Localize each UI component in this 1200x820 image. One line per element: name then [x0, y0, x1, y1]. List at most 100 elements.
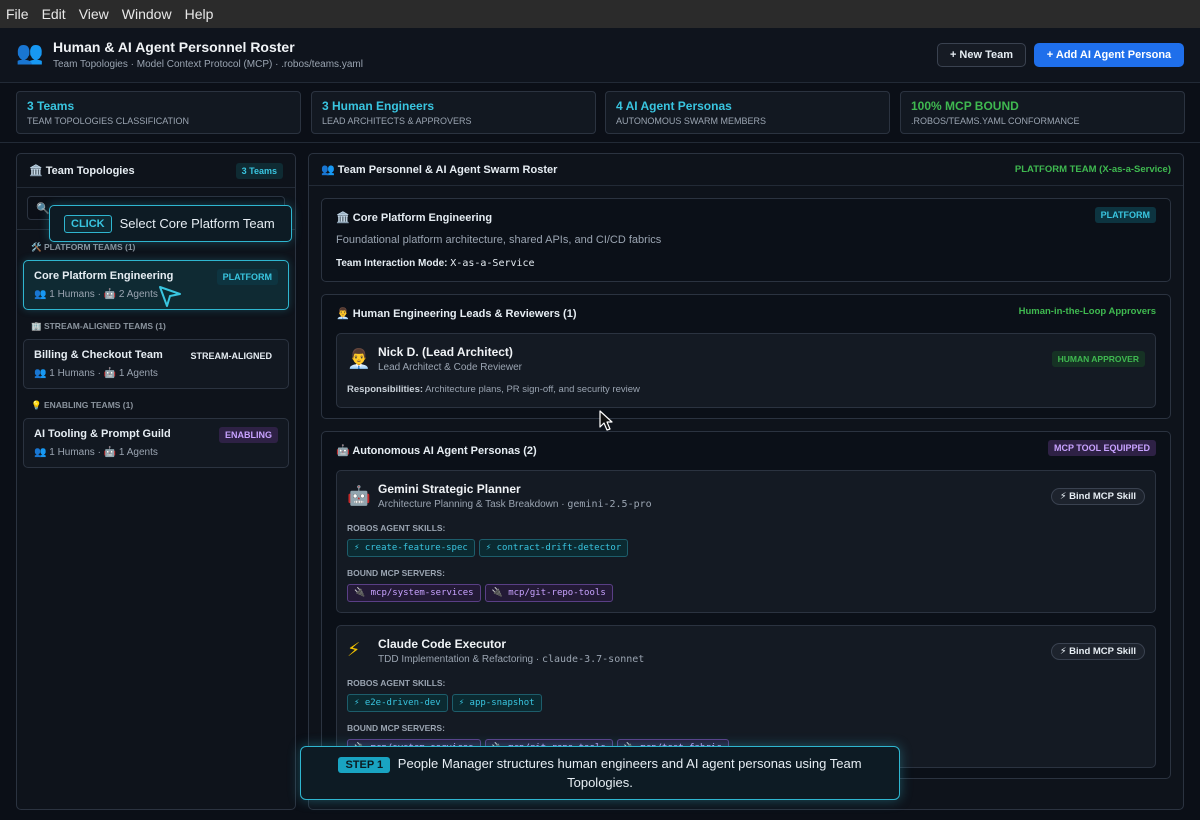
- team-context-label: PLATFORM TEAM (X-as-a-Service): [1014, 164, 1171, 175]
- click-cursor-icon: [159, 286, 181, 307]
- stat-humans: 3 Human Engineers Lead Architects & Appr…: [311, 91, 596, 134]
- team-item-core-platform[interactable]: Core Platform Engineering 👥 1 Humans · 🤖…: [23, 260, 289, 310]
- team-type-tag: STREAM-ALIGNED: [190, 351, 273, 361]
- search-icon: 🔍: [36, 202, 50, 215]
- stat-teams: 3 Teams Team Topologies Classification: [16, 91, 301, 134]
- lightning-icon: ⚡: [347, 640, 361, 661]
- agent-model: claude-3.7-sonnet: [541, 654, 645, 665]
- skills-list: ⚡ e2e-driven-dev ⚡ app-snapshot: [347, 694, 542, 712]
- team-summary-card: 🏛️ Core Platform Engineering PLATFORM Fo…: [321, 198, 1171, 282]
- menu-edit[interactable]: Edit: [42, 6, 66, 22]
- stat-label: Team Topologies Classification: [27, 116, 190, 126]
- ai-agents-card: 🤖 Autonomous AI Agent Personas (2) MCP T…: [321, 431, 1171, 779]
- mcp-servers-label: BOUND MCP SERVERS:: [347, 723, 445, 733]
- interaction-mode-label: Team Interaction Mode:: [336, 258, 448, 269]
- click-hint-text: Select Core Platform Team: [119, 216, 275, 231]
- menu-window[interactable]: Window: [122, 6, 172, 22]
- person-card[interactable]: 👨‍💼 Nick D. (Lead Architect) Lead Archit…: [336, 333, 1156, 408]
- person-role: Lead Architect & Code Reviewer: [378, 362, 522, 373]
- person-avatar-icon: 👨‍💼: [347, 349, 371, 370]
- agent-model: gemini-2.5-pro: [567, 499, 652, 510]
- robot-icon: 🤖: [347, 486, 371, 507]
- skill-chip[interactable]: ⚡ contract-drift-detector: [478, 539, 629, 557]
- team-item-billing-checkout[interactable]: Billing & Checkout Team 👥 1 Humans · 🤖 1…: [23, 339, 289, 389]
- menu-help[interactable]: Help: [185, 6, 214, 22]
- team-topologies-panel: 🏛️ Team Topologies 3 Teams 🔍 🛠️ Platform…: [16, 153, 296, 810]
- click-hint-tooltip: CLICK Select Core Platform Team: [49, 205, 292, 242]
- agent-role: TDD Implementation & Refactoring · claud…: [378, 654, 644, 665]
- agent-role: Architecture Planning & Task Breakdown ·…: [378, 499, 652, 510]
- click-tag: CLICK: [64, 214, 112, 233]
- responsibilities-label: Responsibilities:: [347, 384, 424, 395]
- interaction-mode-value: X-as-a-Service: [450, 258, 535, 269]
- menu-file[interactable]: File: [6, 6, 29, 22]
- stat-value: 3 Teams: [27, 99, 75, 113]
- agent-role-text: Architecture Planning & Task Breakdown ·: [378, 499, 568, 510]
- mcp-servers-label: BOUND MCP SERVERS:: [347, 568, 445, 578]
- stat-label: Lead Architects & Approvers: [322, 116, 472, 126]
- skills-label: ROBOS AGENT SKILLS:: [347, 678, 446, 688]
- stat-mcp: 100% MCP BOUND .robos/teams.yaml Conform…: [900, 91, 1185, 134]
- human-approver-badge: HUMAN APPROVER: [1051, 351, 1145, 367]
- bind-mcp-skill-button[interactable]: ⚡ Bind MCP Skill: [1050, 488, 1145, 505]
- add-agent-persona-button[interactable]: + Add AI Agent Persona: [1034, 43, 1184, 67]
- mcp-server-chip[interactable]: 🔌 mcp/system-services: [347, 584, 481, 602]
- mouse-pointer-icon: [599, 410, 613, 431]
- team-item-ai-tooling[interactable]: AI Tooling & Prompt Guild 👥 1 Humans · 🤖…: [23, 418, 289, 468]
- team-meta: 👥 1 Humans · 🤖 1 Agents: [34, 368, 158, 379]
- agent-role-text: TDD Implementation & Refactoring ·: [378, 654, 542, 665]
- mcp-equipped-wrap: MCP TOOL EQUIPPED: [1047, 440, 1156, 456]
- team-type-tag: PLATFORM: [216, 269, 278, 285]
- page-title: Human & AI Agent Personnel Roster: [53, 39, 295, 55]
- stat-value: 3 Human Engineers: [322, 99, 435, 113]
- app-header: 👥 Human & AI Agent Personnel Roster Team…: [0, 28, 1200, 83]
- skill-chip[interactable]: ⚡ app-snapshot: [451, 694, 542, 712]
- responsibilities: Responsibilities: Architecture plans, PR…: [347, 384, 640, 395]
- team-card-tag-wrap: PLATFORM: [1094, 207, 1156, 223]
- team-card-title: 🏛️ Core Platform Engineering: [336, 212, 493, 224]
- new-team-button[interactable]: + New Team: [937, 43, 1026, 67]
- group-stream-aligned-teams: 🏢 Stream-Aligned Teams (1): [31, 321, 166, 331]
- person-name: Nick D. (Lead Architect): [378, 345, 513, 359]
- ai-agents-title: 🤖 Autonomous AI Agent Personas (2): [336, 445, 537, 457]
- menu-bar: File Edit View Window Help: [0, 0, 1200, 28]
- menu-view[interactable]: View: [79, 6, 109, 22]
- agent-card-gemini[interactable]: 🤖 Gemini Strategic Planner Architecture …: [336, 470, 1156, 613]
- human-leads-card: 👨‍💼 Human Engineering Leads & Reviewers …: [321, 294, 1171, 419]
- stat-label: Autonomous Swarm Members: [616, 116, 767, 126]
- page-subtitle: Team Topologies · Model Context Protocol…: [53, 59, 363, 70]
- step-banner: STEP 1 People Manager structures human e…: [300, 746, 900, 800]
- skill-chip[interactable]: ⚡ create-feature-spec: [347, 539, 475, 557]
- stat-label: .robos/teams.yaml Conformance: [911, 116, 1080, 126]
- panel-header: 🏛️ Team Topologies 3 Teams: [17, 154, 295, 188]
- stats-bar: 3 Teams Team Topologies Classification 3…: [0, 83, 1200, 143]
- bind-mcp-skill-button[interactable]: ⚡ Bind MCP Skill: [1050, 643, 1145, 660]
- human-loop-label: Human-in-the-Loop Approvers: [1018, 306, 1156, 317]
- mcp-servers-list: 🔌 mcp/system-services 🔌 mcp/git-repo-too…: [347, 584, 613, 602]
- mcp-equipped-badge: MCP TOOL EQUIPPED: [1047, 440, 1156, 456]
- stat-value: 4 AI Agent Personas: [616, 99, 732, 113]
- agent-name: Gemini Strategic Planner: [378, 482, 521, 496]
- team-meta: 👥 1 Humans · 🤖 2 Agents: [34, 289, 158, 300]
- step-tag: STEP 1: [338, 757, 391, 773]
- human-leads-title: 👨‍💼 Human Engineering Leads & Reviewers …: [336, 308, 577, 320]
- team-count-badge: 3 Teams: [235, 162, 283, 179]
- team-type-tag: ENABLING: [219, 427, 278, 443]
- mcp-server-chip[interactable]: 🔌 mcp/git-repo-tools: [484, 584, 613, 602]
- team-type-tag: PLATFORM: [1094, 207, 1156, 223]
- team-description: Foundational platform architecture, shar…: [336, 234, 662, 246]
- step-text: People Manager structures human engineer…: [397, 756, 862, 790]
- responsibilities-text: Architecture plans, PR sign-off, and sec…: [425, 384, 640, 395]
- people-icon: 👥: [16, 40, 44, 65]
- stat-agents: 4 AI Agent Personas Autonomous Swarm Mem…: [605, 91, 890, 134]
- group-enabling-teams: 💡 Enabling Teams (1): [31, 400, 134, 410]
- roster-panel: 👥 Team Personnel & AI Agent Swarm Roster…: [308, 153, 1184, 810]
- stat-value: 100% MCP BOUND: [911, 99, 1019, 113]
- roster-title: 👥 Team Personnel & AI Agent Swarm Roster: [321, 164, 558, 176]
- skill-chip[interactable]: ⚡ e2e-driven-dev: [347, 694, 448, 712]
- panel-title: 🏛️ Team Topologies: [29, 165, 135, 177]
- roster-header: 👥 Team Personnel & AI Agent Swarm Roster…: [309, 154, 1183, 186]
- team-meta: 👥 1 Humans · 🤖 1 Agents: [34, 447, 158, 458]
- group-platform-teams: 🛠️ Platform Teams (1): [31, 242, 136, 252]
- interaction-mode: Team Interaction Mode: X-as-a-Service: [336, 258, 535, 269]
